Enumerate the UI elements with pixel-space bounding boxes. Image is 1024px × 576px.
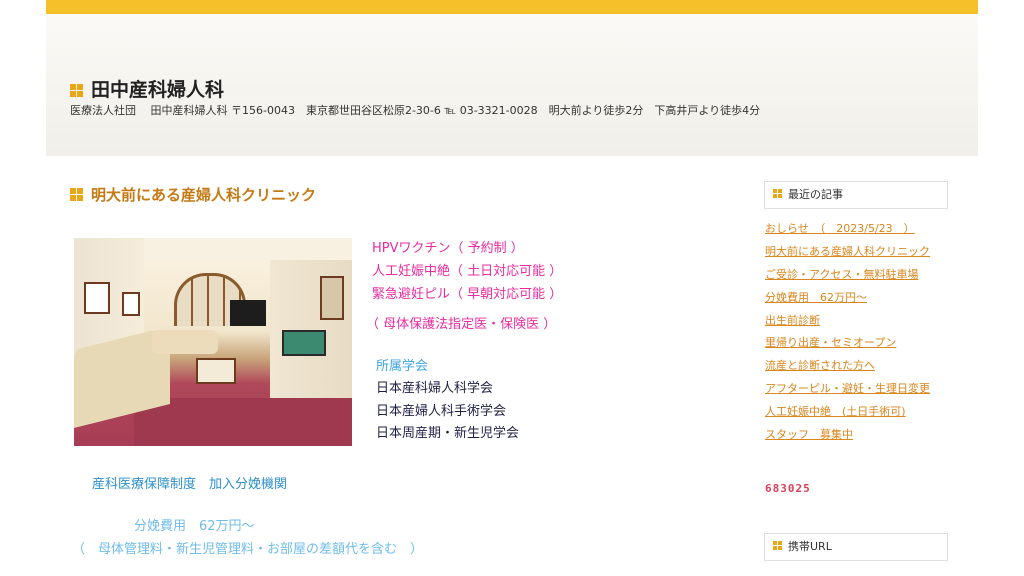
site-header: 田中産科婦人科 医療法人社団 田中産科婦人科 〒156-0043 東京都世田谷区… — [46, 14, 978, 154]
recent-post-link[interactable]: 出生前診断 — [765, 312, 820, 328]
grid-bullet-icon — [70, 188, 83, 201]
visitor-counter: 683025 — [765, 482, 811, 495]
recent-post-link[interactable]: 明大前にある産婦人科クリニック — [765, 243, 930, 259]
recent-post-link[interactable]: 流産と診断された方へ — [765, 357, 875, 373]
society-item: 日本周産期・新生児学会 — [376, 426, 520, 441]
recent-post-link[interactable]: 里帰り出産・セミオープン — [765, 334, 896, 350]
delivery-fee-note: （ 母体管理料・新生児管理料・お部屋の差額代を含む ） — [72, 542, 424, 557]
designation-text: （ 母体保護法指定医・保険医 ） — [366, 317, 557, 332]
site-description: 医療法人社団 田中産科婦人科 〒156-0043 東京都世田谷区松原2-30-6… — [70, 104, 761, 117]
mobile-url-title: 携帯URL — [764, 533, 948, 561]
site-title[interactable]: 田中産科婦人科 — [70, 75, 224, 102]
site-title-text[interactable]: 田中産科婦人科 — [91, 79, 224, 101]
page-heading[interactable]: 明大前にある産婦人科クリニック — [70, 184, 316, 205]
page-heading-text[interactable]: 明大前にある産婦人科クリニック — [91, 186, 316, 204]
recent-post-link[interactable]: おしらせ （ 2023/5/23 ） — [765, 220, 915, 236]
recent-posts-title: 最近の記事 — [764, 181, 948, 209]
mobile-url-title-text: 携帯URL — [788, 540, 832, 553]
service-hpv: HPVワクチン（ 予約制 ） — [372, 241, 524, 256]
recent-post-link[interactable]: 分娩費用 62万円～ — [765, 289, 867, 305]
delivery-fee: 分娩費用 62万円～ — [134, 519, 255, 534]
recent-post-link[interactable]: アフターピル・避妊・生理日変更 — [765, 380, 930, 396]
waiting-room-photo — [74, 238, 352, 446]
grid-bullet-icon — [70, 84, 83, 97]
recent-post-link[interactable]: 人工妊娠中絶 (土日手術可) — [765, 403, 906, 419]
service-abortion: 人工妊娠中絶（ 土日対応可能 ） — [372, 264, 563, 279]
society-item: 日本産婦人科手術学会 — [376, 404, 507, 419]
recent-post-link[interactable]: ご受診・アクセス・無料駐車場 — [765, 266, 918, 282]
recent-post-link[interactable]: スタッフ 募集中 — [765, 426, 853, 442]
insurance-text: 産科医療保障制度 加入分娩機関 — [92, 477, 288, 492]
page-container: 田中産科婦人科 医療法人社団 田中産科婦人科 〒156-0043 東京都世田谷区… — [46, 0, 978, 576]
service-emergency-pill: 緊急避妊ピル（ 早朝対応可能 ） — [372, 287, 563, 302]
societies-heading: 所属学会 — [376, 359, 429, 374]
society-item: 日本産科婦人科学会 — [376, 381, 494, 396]
header-divider — [46, 154, 978, 156]
recent-posts-title-text: 最近の記事 — [788, 188, 843, 201]
grid-bullet-icon — [773, 541, 783, 551]
top-accent-bar — [46, 0, 978, 14]
grid-bullet-icon — [773, 189, 783, 199]
